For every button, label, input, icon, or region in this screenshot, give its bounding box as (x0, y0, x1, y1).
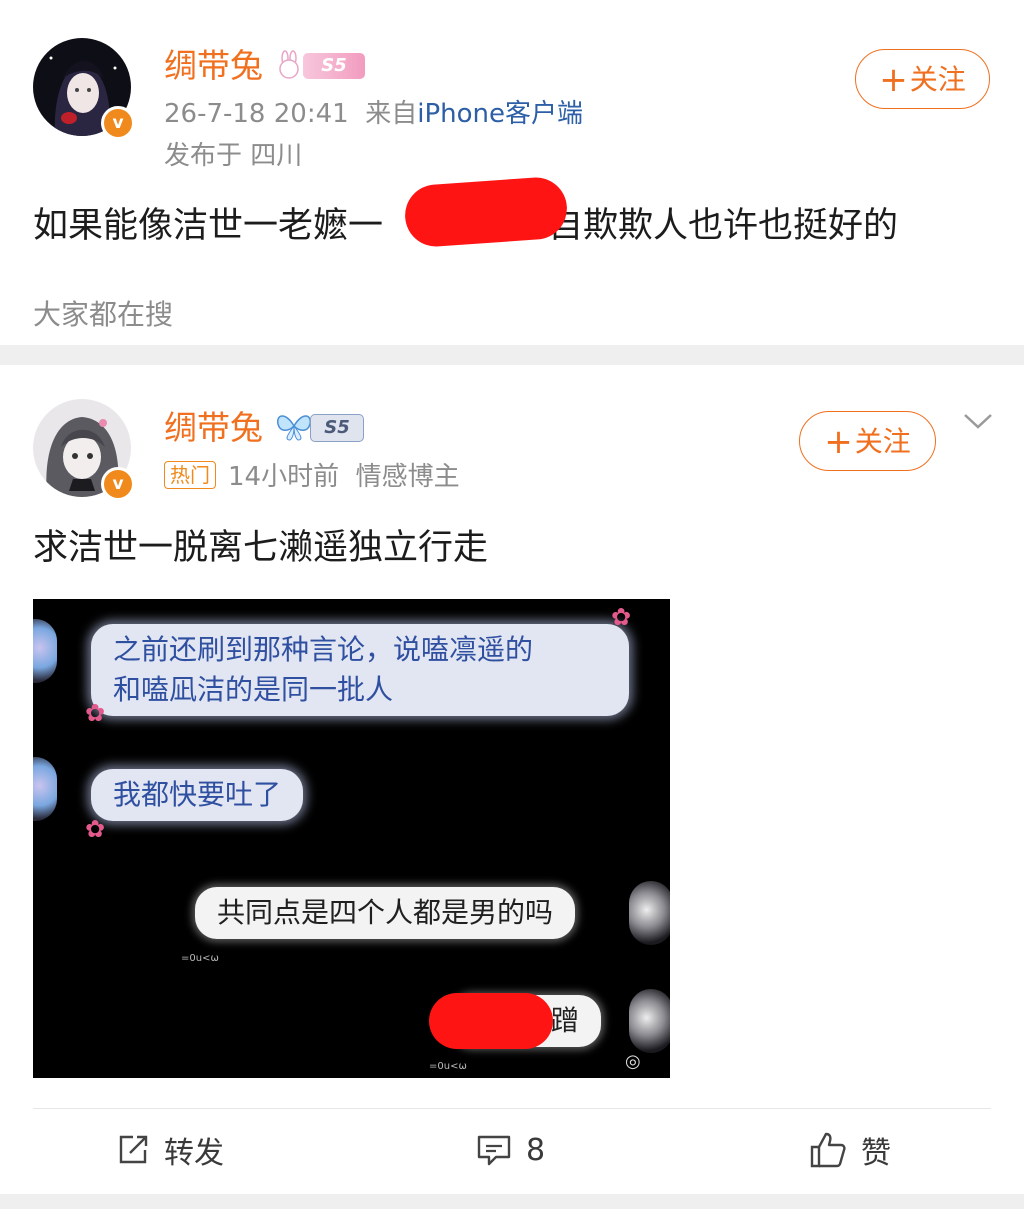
source-link[interactable]: iPhone客户端 (417, 99, 583, 129)
post-text-part1: 如果能像洁世一老嬷一 (33, 206, 384, 246)
post-meta: 热门 14小时前 情感博主 (164, 460, 460, 494)
weibo-icon: ◎ (625, 1051, 641, 1072)
chat-bubble: 我都快要吐了 (91, 769, 304, 821)
username[interactable]: 绸带兔 (164, 408, 263, 448)
like-icon (810, 1132, 846, 1168)
chat-avatar-right (629, 881, 670, 945)
author-tag: 情感博主 (355, 462, 460, 492)
action-divider (33, 1108, 991, 1109)
butterfly-icon (274, 410, 314, 446)
card-separator (0, 1194, 1024, 1209)
emoticon-text: =0u<ω (181, 953, 219, 964)
follow-label: 关注 (909, 63, 966, 96)
chat-avatar-left (33, 757, 57, 821)
chat-bubble: 之前还刷到那种言论，说嗑凛遥的 和嗑凪洁的是同一批人 (91, 624, 629, 716)
bow-icon: ✿ (85, 699, 106, 727)
card-separator (0, 345, 1024, 365)
post-time: 26-7-18 20:41 (164, 99, 349, 129)
verified-icon: v (101, 467, 135, 501)
chat-avatar-left (33, 619, 57, 683)
follow-button[interactable]: +关注 (799, 411, 936, 471)
comment-icon (477, 1135, 511, 1166)
post-time: 14小时前 (228, 462, 340, 492)
bow-icon: ✿ (611, 603, 632, 631)
post-meta: 26-7-18 20:41 来自iPhone客户端 (164, 97, 583, 131)
comment-button[interactable]: 8 (476, 1128, 545, 1172)
post-text-part2: 自欺欺人也许也挺好的 (548, 206, 899, 246)
like-button[interactable]: 赞 (809, 1128, 891, 1172)
emoticon-text: =0u<ω (429, 1061, 467, 1072)
post-card-1: v 绸带兔 S5 26-7-18 20:41 来自iPhone客户端 发布于 四… (0, 0, 1024, 345)
like-label: 赞 (861, 1136, 891, 1171)
bow-icon: ✿ (85, 815, 106, 843)
redaction-mark (429, 993, 553, 1049)
redaction-mark (403, 175, 569, 249)
follow-button[interactable]: +关注 (855, 49, 990, 109)
source-prefix: 来自 (365, 99, 418, 129)
follow-label: 关注 (854, 425, 911, 458)
repost-button[interactable]: 转发 (116, 1128, 224, 1172)
repost-icon (119, 1135, 148, 1164)
bunny-icon (274, 50, 304, 84)
plus-icon: + (879, 60, 908, 100)
post-location: 发布于 四川 (164, 141, 303, 171)
post-image[interactable]: 之前还刷到那种言论，说嗑凛遥的 和嗑凪洁的是同一批人 我都快要吐了 ✿ ✿ ✿ … (33, 599, 670, 1078)
hot-badge: 热门 (164, 461, 216, 489)
chevron-down-icon[interactable] (962, 410, 994, 436)
chat-avatar-right (629, 989, 670, 1053)
repost-label: 转发 (164, 1136, 224, 1171)
post-text: 求洁世一脱离七濑遥独立行走 (33, 528, 489, 568)
search-hint[interactable]: 大家都在搜 (33, 293, 173, 333)
chat-bubble: 共同点是四个人都是男的吗 (195, 887, 576, 939)
plus-icon: + (824, 422, 853, 462)
level-badge: S5 (303, 53, 365, 79)
comment-count: 8 (526, 1132, 546, 1168)
level-badge: S5 (310, 414, 364, 442)
username[interactable]: 绸带兔 (164, 46, 263, 86)
verified-icon: v (101, 106, 135, 140)
